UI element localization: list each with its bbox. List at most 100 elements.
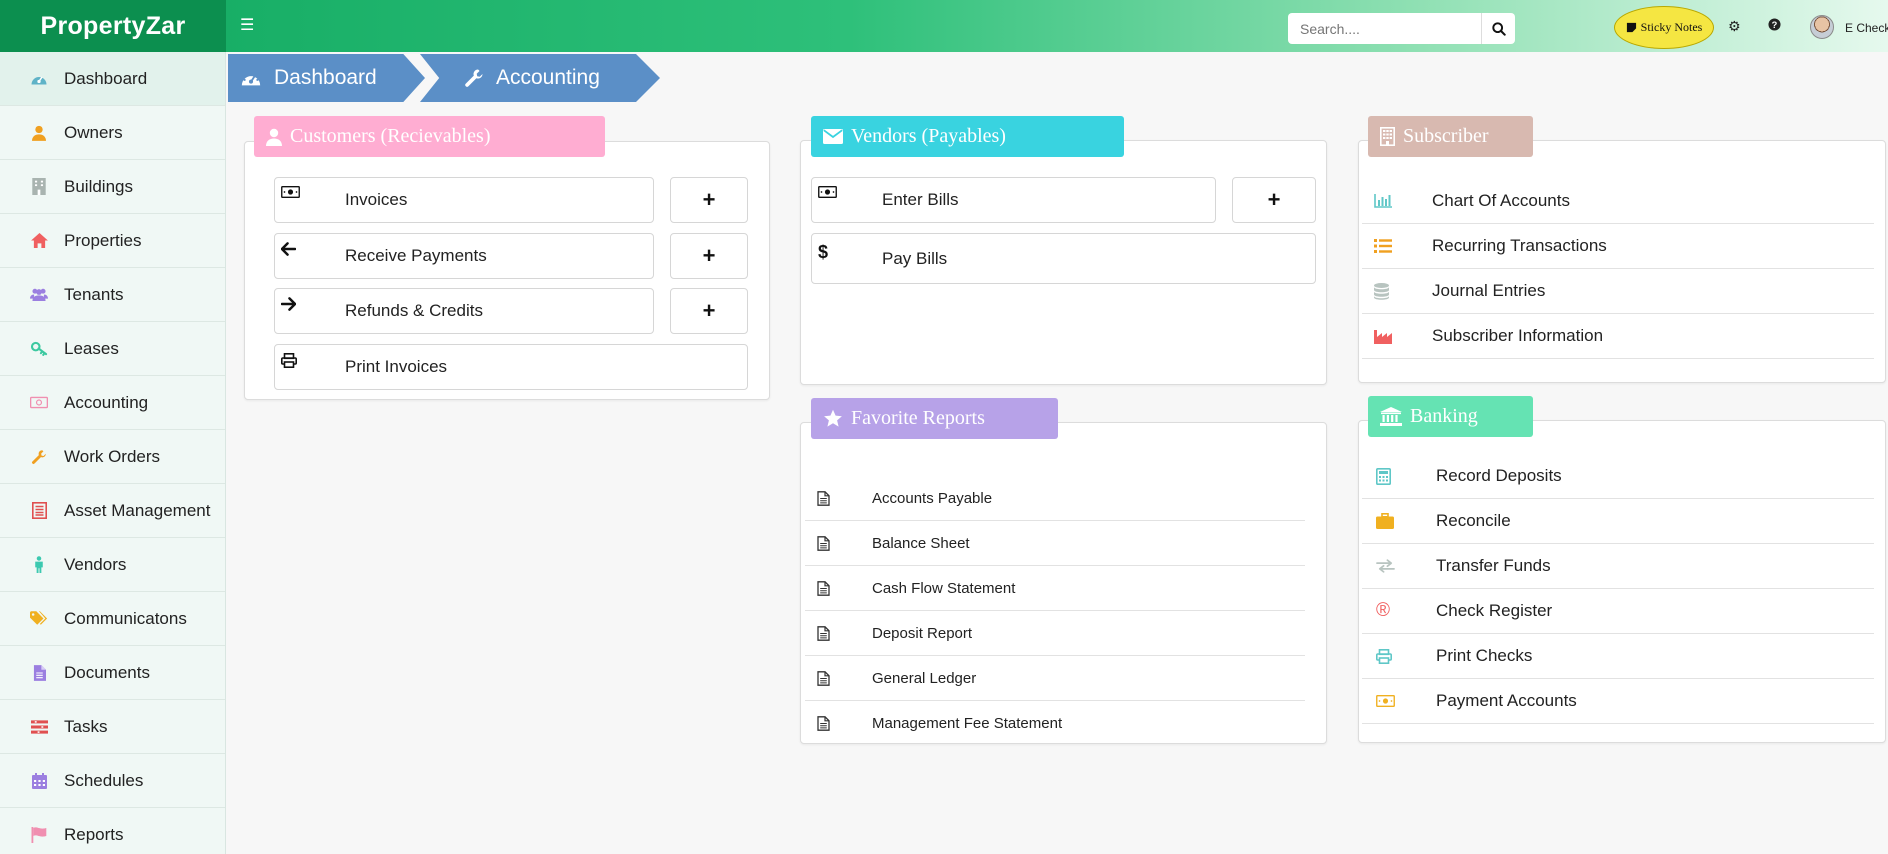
wrench-icon xyxy=(464,68,484,88)
add-refunds-credits-button[interactable]: + xyxy=(670,288,748,334)
sidebar-item-communicatons[interactable]: Communicatons xyxy=(0,592,225,646)
tags-icon xyxy=(30,610,48,628)
search-button[interactable] xyxy=(1481,13,1515,44)
arrow-left-icon xyxy=(275,234,345,256)
star-icon xyxy=(823,409,843,428)
add-enter-bills-button[interactable]: + xyxy=(1232,177,1316,223)
invoices-button[interactable]: Invoices xyxy=(274,177,654,223)
check-register-link[interactable]: ® Check Register xyxy=(1362,589,1874,634)
sidebar-item-work-orders[interactable]: Work Orders xyxy=(0,430,225,484)
journal-entries-label: Journal Entries xyxy=(1432,281,1546,300)
favorite-reports-title-label: Favorite Reports xyxy=(851,407,985,429)
sidebar-item-dashboard[interactable]: Dashboard xyxy=(0,52,225,106)
sidebar-item-asset-management[interactable]: Asset Management xyxy=(0,484,225,538)
pay-bills-button[interactable]: $ Pay Bills xyxy=(811,233,1316,284)
sidebar-item-reports[interactable]: Reports xyxy=(0,808,225,854)
user-icon xyxy=(30,124,48,142)
sidebar-item-schedules[interactable]: Schedules xyxy=(0,754,225,808)
subscriber-title: Subscriber xyxy=(1368,116,1533,157)
add-receive-payments-button[interactable]: + xyxy=(670,233,748,279)
report-label: Deposit Report xyxy=(872,624,973,642)
chart-of-accounts-link[interactable]: Chart Of Accounts xyxy=(1362,179,1874,224)
envelope-icon xyxy=(823,129,843,144)
recurring-transactions-link[interactable]: Recurring Transactions xyxy=(1362,224,1874,269)
building-icon xyxy=(30,178,48,196)
document-icon xyxy=(30,664,48,682)
print-checks-label: Print Checks xyxy=(1436,646,1533,665)
sidebar-item-documents[interactable]: Documents xyxy=(0,646,225,700)
sidebar-item-properties[interactable]: Properties xyxy=(0,214,225,268)
add-invoices-button[interactable]: + xyxy=(670,177,748,223)
search-input[interactable] xyxy=(1288,13,1481,44)
search-icon xyxy=(1491,21,1506,36)
breadcrumb-accounting[interactable]: Accounting xyxy=(420,54,660,102)
sidebar-item-label: Accounting xyxy=(64,392,149,412)
reconcile-link[interactable]: Reconcile xyxy=(1362,499,1874,544)
sidebar-item-label: Leases xyxy=(64,338,119,358)
enter-bills-label: Enter Bills xyxy=(882,190,959,209)
recurring-transactions-label: Recurring Transactions xyxy=(1432,236,1607,255)
breadcrumb-dashboard[interactable]: Dashboard xyxy=(228,54,425,102)
report-general-ledger[interactable]: General Ledger xyxy=(805,656,1305,701)
refunds-credits-button[interactable]: Refunds & Credits xyxy=(274,288,654,334)
sidebar-item-leases[interactable]: Leases xyxy=(0,322,225,376)
users-icon xyxy=(30,286,48,304)
vendors-title: Vendors (Payables) xyxy=(811,116,1124,157)
print-invoices-button[interactable]: Print Invoices xyxy=(274,344,748,390)
sticky-notes-button[interactable]: Sticky Notes xyxy=(1614,6,1714,49)
hamburger-icon[interactable]: ☰ xyxy=(240,15,254,35)
enter-bills-button[interactable]: Enter Bills xyxy=(811,177,1216,223)
sidebar-item-label: Schedules xyxy=(64,770,144,790)
person-icon xyxy=(30,556,48,574)
report-accounts-payable[interactable]: Accounts Payable xyxy=(805,476,1305,521)
help-icon[interactable]: ? xyxy=(1768,18,1781,34)
sidebar-item-vendors[interactable]: Vendors xyxy=(0,538,225,592)
subscriber-information-link[interactable]: Subscriber Information xyxy=(1362,314,1874,359)
sidebar-item-tasks[interactable]: Tasks xyxy=(0,700,225,754)
money-bill-icon xyxy=(1362,695,1436,707)
report-management-fee-statement[interactable]: Management Fee Statement xyxy=(805,701,1305,743)
user-name[interactable]: E Check xyxy=(1845,21,1888,35)
sidebar-item-accounting[interactable]: Accounting xyxy=(0,376,225,430)
key-icon xyxy=(30,340,48,358)
subscriber-information-label: Subscriber Information xyxy=(1432,326,1604,345)
sidebar-item-label: Tasks xyxy=(64,716,108,736)
pay-bills-label: Pay Bills xyxy=(882,248,948,268)
journal-entries-link[interactable]: Journal Entries xyxy=(1362,269,1874,314)
sidebar-item-label: Dashboard xyxy=(64,68,148,88)
money-bill-icon xyxy=(812,178,882,198)
sidebar-item-owners[interactable]: Owners xyxy=(0,106,225,160)
search-box xyxy=(1288,13,1515,44)
sidebar: Dashboard Owners Buildings Properties Tenant… xyxy=(0,52,226,854)
report-balance-sheet[interactable]: Balance Sheet xyxy=(805,521,1305,566)
transfer-funds-link[interactable]: Transfer Funds xyxy=(1362,544,1874,589)
print-icon xyxy=(275,345,345,368)
print-checks-link[interactable]: Print Checks xyxy=(1362,634,1874,679)
sidebar-item-label: Owners xyxy=(64,122,123,142)
banking-title: Banking xyxy=(1368,396,1533,437)
report-cash-flow-statement[interactable]: Cash Flow Statement xyxy=(805,566,1305,611)
print-invoices-label: Print Invoices xyxy=(345,357,448,376)
record-deposits-label: Record Deposits xyxy=(1436,466,1562,485)
report-label: Accounts Payable xyxy=(872,489,993,507)
record-deposits-link[interactable]: Record Deposits xyxy=(1362,454,1874,499)
sidebar-item-tenants[interactable]: Tenants xyxy=(0,268,225,322)
list-icon xyxy=(1362,239,1432,253)
report-deposit-report[interactable]: Deposit Report xyxy=(805,611,1305,656)
arrow-right-icon xyxy=(275,289,345,311)
payment-accounts-link[interactable]: Payment Accounts xyxy=(1362,679,1874,724)
briefcase-icon xyxy=(1362,513,1436,529)
sidebar-item-buildings[interactable]: Buildings xyxy=(0,160,225,214)
bank-icon xyxy=(1380,407,1402,426)
brand-logo[interactable]: PropertyZar xyxy=(0,0,226,52)
building-icon xyxy=(1380,127,1395,146)
document-icon xyxy=(805,535,872,551)
svg-text:?: ? xyxy=(1772,20,1778,30)
avatar[interactable] xyxy=(1810,15,1834,39)
receive-payments-button[interactable]: Receive Payments xyxy=(274,233,654,279)
gear-icon[interactable]: ⚙ xyxy=(1728,18,1741,35)
ledger-icon xyxy=(30,502,48,520)
sticky-notes-label: Sticky Notes xyxy=(1640,20,1703,34)
print-icon xyxy=(1362,648,1436,664)
sidebar-item-label: Buildings xyxy=(64,176,133,196)
